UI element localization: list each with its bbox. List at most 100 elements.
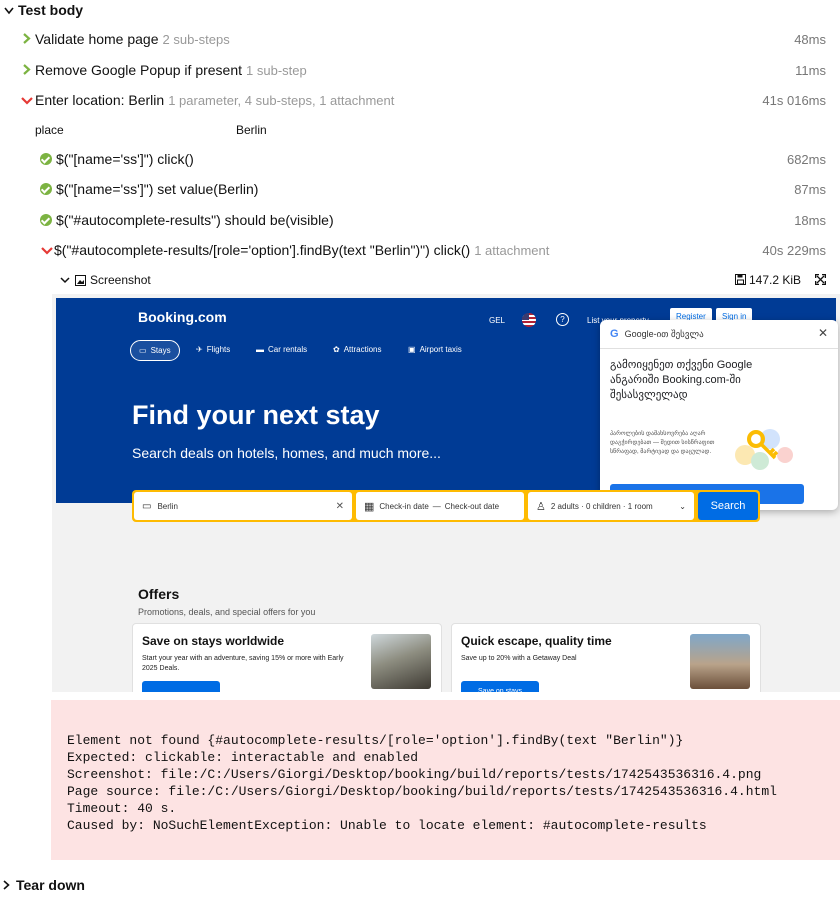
google-popup-header-text: Google-ით შესვლა xyxy=(624,328,704,339)
section-tear-down[interactable]: Tear down xyxy=(0,875,840,895)
step-duration: 41s 016ms xyxy=(762,92,826,108)
save-icon[interactable] xyxy=(735,274,746,285)
chevron-down-icon xyxy=(60,276,70,284)
section-title: Test body xyxy=(18,2,84,18)
substep-duration: 682ms xyxy=(786,151,826,167)
step-name: Validate home page xyxy=(35,31,159,47)
passed-check-icon xyxy=(40,153,52,165)
nav-label: Flights xyxy=(206,345,231,354)
chevron-down-icon xyxy=(20,92,34,108)
destination-field: ▭ Berlin ✕ xyxy=(134,492,352,520)
step-meta: 2 sub-steps xyxy=(162,31,230,47)
chevron-down-icon xyxy=(2,2,16,18)
substep-name: $("#autocomplete-results") should be(vis… xyxy=(56,212,334,228)
substep-row[interactable]: $("#autocomplete-results") should be(vis… xyxy=(0,210,840,230)
dates-field: ▦ Check-in date — Check-out date xyxy=(356,492,524,520)
nav-flights: ✈ Flights xyxy=(196,345,230,354)
error-message-box: Element not found {#autocomplete-results… xyxy=(51,700,840,860)
date-separator: — xyxy=(432,501,441,511)
substep-row[interactable]: $("#autocomplete-results/[role='option']… xyxy=(0,240,840,260)
checkout-label: Check-out date xyxy=(444,501,500,511)
nav-label: Airport taxis xyxy=(419,345,462,354)
flag-icon xyxy=(522,313,536,327)
car-icon: ▬ xyxy=(256,345,264,354)
attachment-size: 147.2 KiB xyxy=(749,273,802,287)
key-illustration-icon xyxy=(730,425,795,473)
attachment-row[interactable]: Screenshot 147.2 KiB xyxy=(0,270,840,290)
image-icon xyxy=(75,274,86,286)
chevron-down-icon xyxy=(40,242,54,258)
offer-photo xyxy=(690,634,750,689)
offers-subtitle: Promotions, deals, and special offers fo… xyxy=(138,607,316,617)
offers-title: Offers xyxy=(138,586,180,602)
section-test-body[interactable]: Test body xyxy=(0,0,840,20)
checkin-label: Check-in date xyxy=(379,501,429,511)
google-logo-icon: G xyxy=(610,328,619,340)
substep-name: $("[name='ss']") click() xyxy=(56,151,194,167)
step-name: Enter location: Berlin xyxy=(35,92,165,108)
substep-row[interactable]: $("[name='ss']") set value(Berlin) 87ms xyxy=(0,179,840,199)
destination-value: Berlin xyxy=(157,501,178,511)
clear-icon: ✕ xyxy=(335,500,344,512)
step-duration: 11ms xyxy=(795,62,826,78)
passed-check-icon xyxy=(40,183,52,195)
chevron-right-icon xyxy=(20,31,34,47)
nav-car-rentals: ▬ Car rentals xyxy=(256,345,307,354)
attachment-title: Screenshot xyxy=(90,273,151,287)
divider xyxy=(600,348,838,349)
guests-field: ♙ 2 adults · 0 children · 1 room ⌄ xyxy=(528,492,694,520)
currency-label: GEL xyxy=(489,316,506,325)
nav-label: Attractions xyxy=(343,345,382,354)
parameter-name: place xyxy=(35,123,64,137)
expand-icon[interactable] xyxy=(815,274,826,285)
offer-card-title: Quick escape, quality time xyxy=(461,634,612,648)
booking-search-bar: ▭ Berlin ✕ ▦ Check-in date — Check-out d… xyxy=(132,490,760,522)
section-title: Tear down xyxy=(16,877,85,893)
person-icon: ♙ xyxy=(536,500,546,513)
help-icon: ? xyxy=(556,313,569,326)
offer-card-button xyxy=(142,681,220,692)
step-duration: 48ms xyxy=(794,31,826,47)
taxi-icon: ▣ xyxy=(408,345,416,354)
nav-label: Car rentals xyxy=(268,345,308,354)
guests-value: 2 adults · 0 children · 1 room xyxy=(550,501,653,511)
offer-card-desc: Start your year with an adventure, savin… xyxy=(142,655,344,672)
google-popup-title: გამოიყენეთ თქვენი Google ანგარიში Bookin… xyxy=(610,359,753,401)
offer-card: Save on stays worldwide Start your year … xyxy=(132,623,442,692)
offer-card-desc: Save up to 20% with a Getaway Deal xyxy=(461,655,577,662)
offer-card-title: Save on stays worldwide xyxy=(142,634,285,648)
plane-icon: ✈ xyxy=(196,345,203,354)
step-meta: 1 parameter, 4 sub-steps, 1 attachment xyxy=(168,92,395,108)
chevron-right-icon xyxy=(20,62,34,78)
parameter-value: Berlin xyxy=(236,123,267,137)
step-row[interactable]: Enter location: Berlin 1 parameter, 4 su… xyxy=(0,90,840,110)
google-popup-text: პაროლების დამახსოვრება აღარ დაგჭირდებათ … xyxy=(610,431,715,455)
bed-icon: ▭ xyxy=(142,500,152,512)
error-text: Element not found {#autocomplete-results… xyxy=(67,733,777,833)
offer-card: Quick escape, quality time Save up to 20… xyxy=(451,623,761,692)
bed-icon: ▭ xyxy=(139,346,147,355)
step-meta: 1 sub-step xyxy=(246,62,307,78)
substep-name: $("[name='ss']") set value(Berlin) xyxy=(56,181,259,197)
nav-attractions: ✿ Attractions xyxy=(333,345,382,354)
substep-duration: 87ms xyxy=(794,181,826,197)
google-signin-popup: G Google-ით შესვლა ✕ გამოიყენეთ თქვენი G… xyxy=(600,320,838,510)
chevron-down-icon: ⌄ xyxy=(679,501,686,511)
close-icon: ✕ xyxy=(817,326,828,340)
screenshot-image[interactable]: Booking.com GEL ? List your property Reg… xyxy=(52,294,840,692)
substep-duration: 40s 229ms xyxy=(762,242,826,258)
substep-row[interactable]: $("[name='ss']") click() 682ms xyxy=(0,149,840,169)
google-popup-header: G Google-ით შესვლა xyxy=(610,328,704,340)
nav-airport-taxis: ▣ Airport taxis xyxy=(408,345,462,354)
offer-card-button: Save on stays xyxy=(461,681,539,692)
chevron-right-icon xyxy=(3,880,10,890)
parameter-row: place Berlin xyxy=(0,121,840,139)
step-row[interactable]: Validate home page 2 sub-steps 48ms xyxy=(0,29,840,49)
attractions-icon: ✿ xyxy=(333,345,340,354)
nav-stays: ▭ Stays xyxy=(130,340,180,361)
step-row[interactable]: Remove Google Popup if present 1 sub-ste… xyxy=(0,60,840,80)
substep-duration: 18ms xyxy=(794,212,826,228)
nav-label: Stays xyxy=(150,346,171,355)
hero-headline: Find your next stay xyxy=(132,400,380,430)
calendar-icon: ▦ xyxy=(364,500,375,513)
